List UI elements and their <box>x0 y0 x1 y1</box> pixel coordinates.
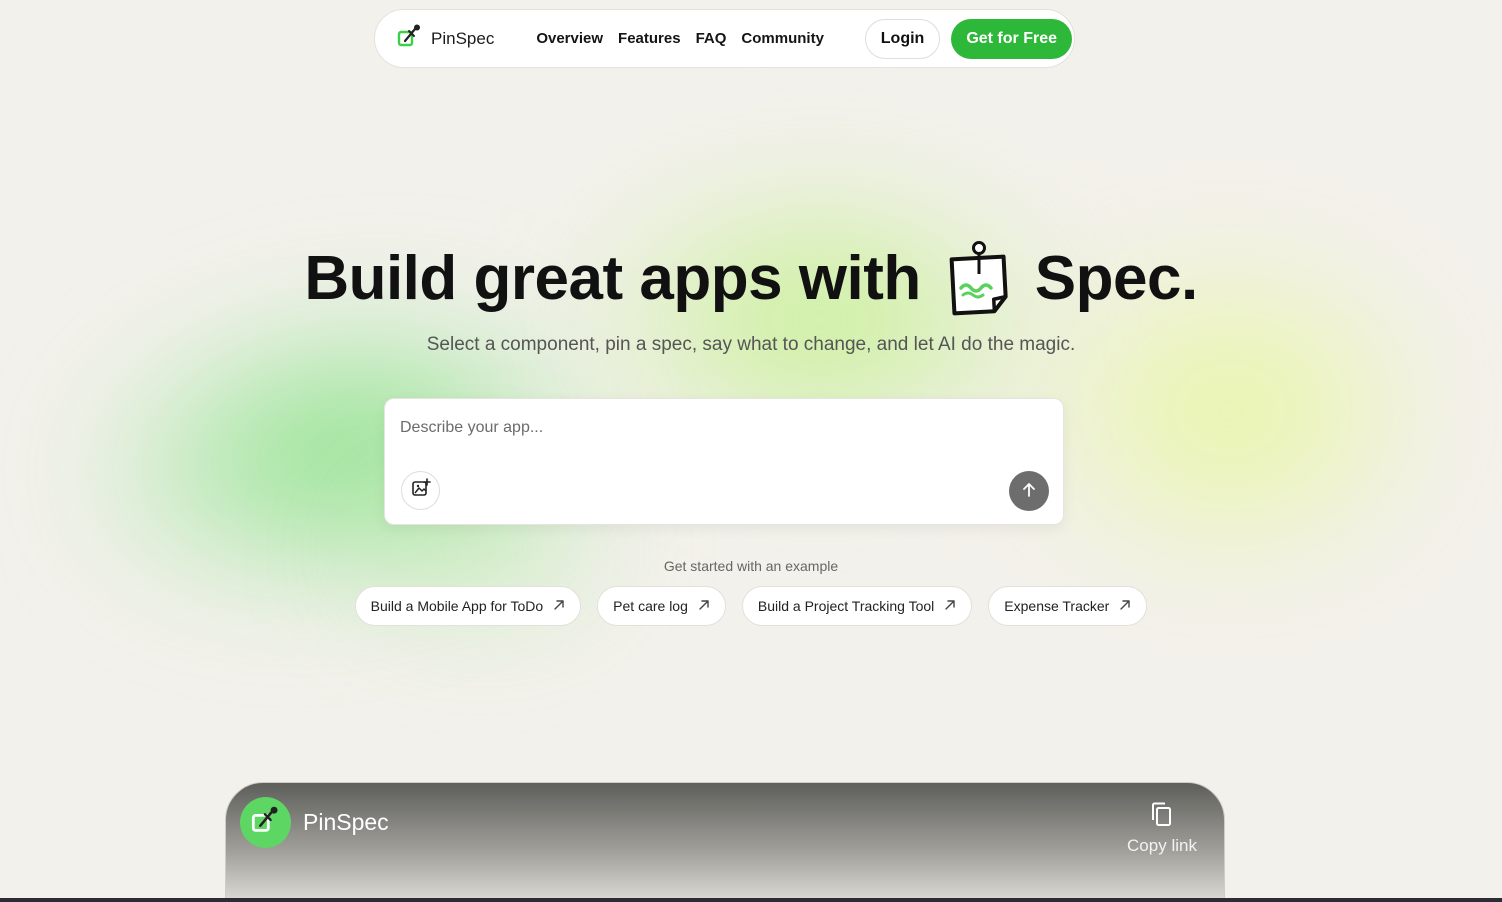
hero-title-end: Spec. <box>1034 243 1198 313</box>
landing-page: PinSpec Overview Features FAQ Community … <box>0 0 1502 902</box>
example-chip-project-tracking[interactable]: Build a Project Tracking Tool <box>741 586 973 626</box>
bottom-edge-bar <box>0 898 1502 902</box>
get-for-free-button[interactable]: Get for Free <box>951 18 1072 59</box>
copy-link-label: Copy link <box>1127 836 1197 855</box>
video-channel-avatar[interactable] <box>240 797 291 848</box>
nav-link-features[interactable]: Features <box>618 30 681 47</box>
sticky-note-pin-icon <box>943 238 1013 318</box>
example-chip-expense-tracker[interactable]: Expense Tracker <box>988 586 1148 626</box>
hero-title: Build great apps with Spec. <box>0 238 1502 318</box>
copy-link-button[interactable]: Copy link <box>1126 801 1198 856</box>
add-image-button[interactable] <box>401 471 440 510</box>
example-chips: Build a Mobile App for ToDo Pet care log… <box>0 586 1502 626</box>
pinspec-logo-icon <box>397 23 423 54</box>
nav-link-faq[interactable]: FAQ <box>696 30 727 47</box>
example-chip-pet-care[interactable]: Pet care log <box>597 586 726 626</box>
nav-links: Overview Features FAQ Community <box>536 30 824 47</box>
brand-link[interactable]: PinSpec <box>397 23 494 54</box>
video-title[interactable]: PinSpec <box>303 809 389 836</box>
prompt-box <box>384 398 1064 525</box>
pinspec-logo-icon <box>251 805 281 840</box>
arrow-up-right-icon <box>1119 598 1131 614</box>
hero-subtitle: Select a component, pin a spec, say what… <box>426 334 1076 355</box>
arrow-up-icon <box>1020 481 1038 502</box>
nav-actions: Login Get for Free <box>864 18 1072 59</box>
brand-name: PinSpec <box>431 28 495 48</box>
nav-link-overview[interactable]: Overview <box>536 30 603 47</box>
arrow-up-right-icon <box>698 598 710 614</box>
example-chip-label: Build a Mobile App for ToDo <box>370 598 544 614</box>
send-button[interactable] <box>1009 471 1049 511</box>
examples-label: Get started with an example <box>663 558 839 574</box>
example-chip-label: Pet care log <box>613 598 688 614</box>
example-chip-label: Expense Tracker <box>1004 598 1110 614</box>
hero-title-start: Build great apps with <box>304 243 921 313</box>
top-navigation: PinSpec Overview Features FAQ Community … <box>374 9 1075 68</box>
login-button[interactable]: Login <box>864 18 941 59</box>
video-preview[interactable]: PinSpec Copy link <box>225 782 1225 902</box>
add-image-icon <box>411 478 431 503</box>
arrow-up-right-icon <box>553 598 565 614</box>
describe-app-input[interactable] <box>400 419 1040 437</box>
example-chip-label: Build a Project Tracking Tool <box>757 598 935 614</box>
copy-icon <box>1149 802 1175 833</box>
arrow-up-right-icon <box>944 598 956 614</box>
example-chip-todo[interactable]: Build a Mobile App for ToDo <box>354 586 582 626</box>
nav-link-community[interactable]: Community <box>741 30 824 47</box>
